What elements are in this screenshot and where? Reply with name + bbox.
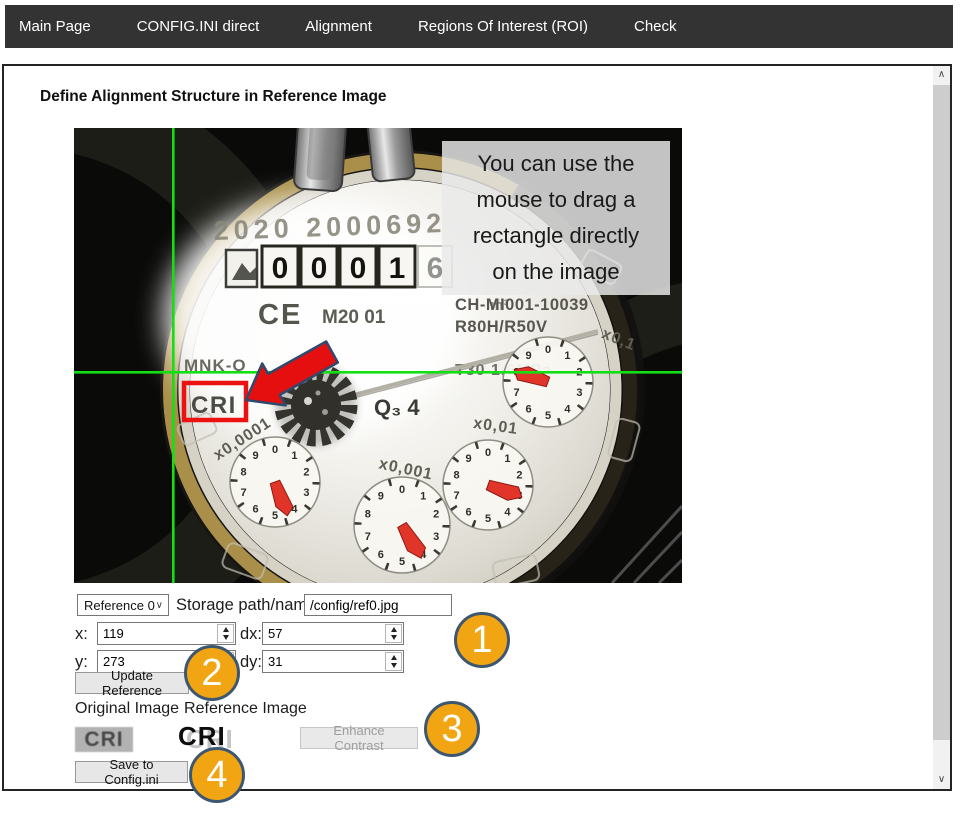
nav-alignment[interactable]: Alignment [305,18,372,35]
meter-dial-x01: 0123456789 [503,337,593,427]
spin-up-icon[interactable] [386,653,401,662]
svg-text:6: 6 [526,404,532,416]
svg-text:1: 1 [504,453,510,465]
svg-text:0: 0 [399,484,405,496]
dx-label: dx: [240,625,262,644]
storage-path-label: Storage path/name: [176,596,321,615]
svg-text:8: 8 [454,470,460,482]
callout-badge-1: 1 [454,612,510,668]
svg-text:8: 8 [365,509,371,521]
callout-badge-2: 2 [184,645,240,701]
svg-text:6: 6 [253,504,259,516]
save-to-config-button[interactable]: Save to Config.ini [75,761,188,783]
ce-mark: CE [258,299,302,331]
nav-check[interactable]: Check [634,18,677,35]
update-reference-button[interactable]: Update Reference [75,672,189,694]
callout-badge-3: 3 [424,701,480,757]
spin-down-icon[interactable] [218,634,233,643]
scroll-up-icon[interactable]: ∧ [933,66,950,83]
svg-text:Q₃ 4: Q₃ 4 [374,395,420,420]
enhance-contrast-button[interactable]: Enhance Contrast [300,727,418,749]
x-stepper[interactable] [97,622,236,645]
svg-text:8: 8 [241,467,247,479]
svg-text:9: 9 [378,491,384,503]
page-title: Define Alignment Structure in Reference … [40,88,387,106]
dx-input[interactable] [262,622,404,645]
x-input[interactable] [97,622,236,645]
svg-text:9: 9 [466,453,472,465]
crosshair-vertical-line [172,128,175,583]
svg-text:6: 6 [466,507,472,519]
chevron-down-icon: ∨ [156,600,163,611]
dx-spin-buttons[interactable] [385,624,402,643]
svg-text:2: 2 [516,470,522,482]
svg-text:1: 1 [291,450,297,462]
svg-text:4: 4 [504,507,511,519]
dy-input[interactable] [262,650,404,673]
meter-dial-x001: 0123456789 [443,440,533,530]
dy-spin-buttons[interactable] [385,652,402,671]
svg-text:3: 3 [576,387,582,399]
comparison-heading: Original Image Reference Image [75,700,307,718]
svg-text:5: 5 [485,513,491,525]
svg-text:0: 0 [272,252,289,285]
svg-text:M20 01: M20 01 [322,307,386,328]
alignment-marker-text: CRI [191,392,237,419]
svg-text:1: 1 [389,252,406,285]
svg-text:0: 0 [272,444,278,456]
svg-text:9: 9 [526,350,532,362]
callout-badge-4: 4 [189,747,245,803]
crosshair-horizontal-line [74,371,682,374]
spin-up-icon[interactable] [386,625,401,634]
svg-text:6: 6 [378,549,384,561]
dy-label: dy: [240,653,262,672]
spin-down-icon[interactable] [386,662,401,671]
meter-dial-x00001: 0123456789 [230,437,320,527]
svg-text:7: 7 [241,487,247,499]
screen: Main Page CONFIG.INI direct Alignment Re… [0,0,960,816]
scrollbar[interactable]: ∧ ∨ [933,66,950,789]
svg-text:5: 5 [272,510,278,522]
x-spin-buttons[interactable] [217,624,234,643]
original-image-thumbnail: CRI [75,727,133,752]
svg-text:0: 0 [485,447,491,459]
svg-text:CH-MI001-10039: CH-MI001-10039 [455,296,589,314]
svg-text:0: 0 [350,252,367,285]
svg-text:5: 5 [545,410,551,422]
svg-text:7: 7 [454,490,460,502]
reference-image-canvas[interactable]: 2020 2000692 0 0 0 1 6 m³ CE M20 01 CH-M… [74,128,682,583]
scroll-down-icon[interactable]: ∨ [933,771,950,788]
x-label: x: [75,625,88,644]
spin-up-icon[interactable] [218,625,233,634]
svg-text:3: 3 [433,531,439,543]
reference-select[interactable]: Reference 0 ∨ [77,594,169,616]
svg-text:3: 3 [303,487,309,499]
navbar: Main Page CONFIG.INI direct Alignment Re… [5,5,953,48]
svg-text:R80H/R50V: R80H/R50V [455,318,548,336]
svg-text:1: 1 [420,491,426,503]
reference-image-label: Reference Image [184,700,307,718]
spin-down-icon[interactable] [386,634,401,643]
svg-text:2: 2 [433,509,439,521]
svg-text:0: 0 [311,252,328,285]
drag-hint-overlay: You can use the mouse to drag a rectangl… [442,141,670,295]
svg-text:7: 7 [514,387,520,399]
nav-regions-of-interest[interactable]: Regions Of Interest (ROI) [418,18,588,35]
svg-text:2: 2 [303,467,309,479]
svg-text:5: 5 [399,556,405,568]
dy-stepper[interactable] [262,650,404,673]
original-image-label: Original Image [75,700,179,718]
dx-stepper[interactable] [262,622,404,645]
svg-text:7: 7 [365,531,371,543]
svg-text:0: 0 [545,344,551,356]
storage-path-input[interactable] [304,594,452,616]
nav-main-page[interactable]: Main Page [19,18,91,35]
nav-config-ini-direct[interactable]: CONFIG.INI direct [137,18,260,35]
svg-text:4: 4 [564,404,571,416]
svg-text:1: 1 [564,350,570,362]
svg-text:6: 6 [427,252,444,285]
svg-text:9: 9 [253,450,259,462]
scrollbar-thumb[interactable] [933,85,950,740]
meter-dial-x0001: 0123456789 [354,477,450,573]
